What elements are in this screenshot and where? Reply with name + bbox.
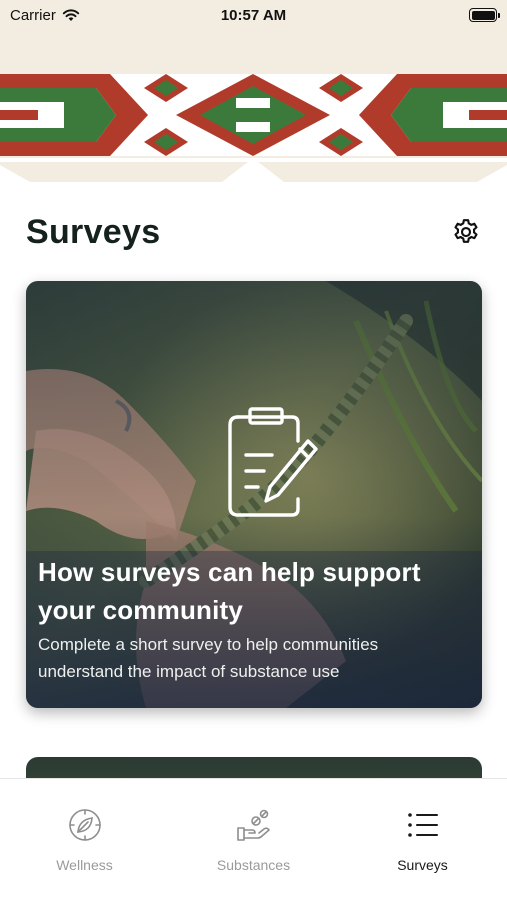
battery-icon bbox=[469, 8, 500, 22]
card-text: How surveys can help support your commun… bbox=[38, 553, 466, 685]
page-title: Surveys bbox=[26, 212, 161, 251]
card-description: Complete a short survey to help communit… bbox=[38, 635, 379, 681]
survey-info-card[interactable]: How surveys can help support your commun… bbox=[26, 281, 482, 708]
tab-wellness-icon-wrap bbox=[67, 807, 103, 843]
tab-wellness-label: Wellness bbox=[56, 857, 113, 873]
carrier-label: Carrier bbox=[10, 6, 56, 24]
tab-substances-label: Substances bbox=[216, 857, 291, 873]
card-title: How surveys can help support your commun… bbox=[38, 557, 421, 625]
clipboard-edit-icon bbox=[228, 407, 318, 517]
status-bar: Carrier 10:57 AM bbox=[0, 0, 507, 30]
wifi-icon bbox=[62, 9, 80, 21]
page-header: Surveys bbox=[26, 205, 483, 259]
tab-substances-icon-wrap bbox=[236, 807, 272, 843]
tab-surveys[interactable]: Surveys bbox=[338, 779, 507, 900]
settings-button[interactable] bbox=[449, 215, 483, 249]
tab-substances[interactable]: Substances bbox=[169, 779, 338, 900]
list-icon bbox=[407, 813, 438, 837]
header-pattern-banner bbox=[0, 30, 507, 182]
leaf-compass-icon bbox=[68, 809, 101, 841]
bottom-tab-bar: Wellness Substances Surveys bbox=[0, 778, 507, 900]
tab-surveys-label: Surveys bbox=[397, 857, 448, 873]
status-left: Carrier bbox=[10, 7, 80, 24]
pattern-band bbox=[0, 74, 507, 156]
tab-wellness[interactable]: Wellness bbox=[0, 779, 169, 900]
gear-icon bbox=[454, 219, 478, 243]
battery-fill bbox=[471, 10, 495, 20]
surveys-screen: Carrier 10:57 AM Surveys How surveys can… bbox=[0, 0, 507, 900]
hand-pills-icon bbox=[236, 809, 270, 841]
tab-surveys-icon-wrap bbox=[405, 807, 441, 843]
